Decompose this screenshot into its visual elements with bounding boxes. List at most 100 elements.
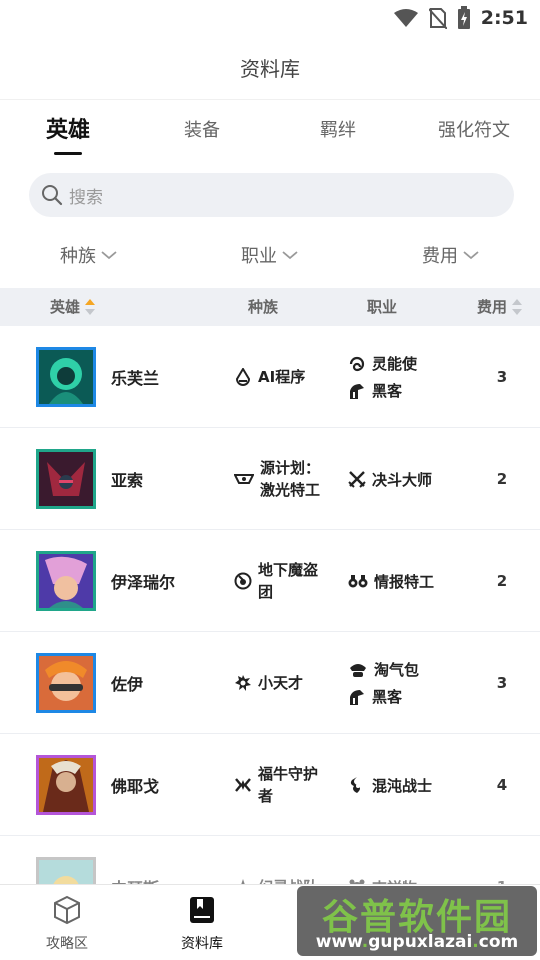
hero-race: 小天才 — [234, 632, 328, 734]
chevron-down-icon — [282, 251, 298, 260]
hero-list: 乐芙兰 AI程序 灵能使 黑客 3 亚索 源计划：激光特工 决斗大师 2 伊泽瑞… — [0, 326, 540, 938]
hero-race: 地下魔盗团 — [234, 530, 328, 632]
book-icon — [190, 897, 214, 923]
hero-race: 福牛守护者 — [234, 734, 328, 836]
mischief-icon — [350, 663, 366, 677]
tab-items[interactable]: 装备 — [164, 112, 240, 160]
column-header-class: 职业 — [367, 288, 397, 326]
hero-classes: 情报特工 — [348, 530, 434, 632]
hero-name: 伊泽瑞尔 — [111, 573, 176, 592]
tab-heroes[interactable]: 英雄 — [30, 112, 106, 160]
class-label: 淘气包 — [374, 661, 420, 679]
watermark-url: www.gupuxlazai.com — [315, 932, 519, 952]
table-header: 英雄 种族 职业 费用 — [0, 288, 540, 326]
hero-avatar — [36, 347, 96, 407]
battery-charging-icon — [457, 6, 470, 29]
drop-icon — [235, 368, 251, 386]
hero-race: 源计划：激光特工 — [234, 428, 330, 530]
race-label: 小天才 — [258, 674, 304, 692]
sort-icon — [512, 299, 523, 315]
hero-classes: 灵能使 黑客 — [348, 326, 417, 428]
class-item: 混沌战士 — [348, 775, 432, 796]
gear-star-icon — [235, 675, 251, 691]
chevron-down-icon — [101, 251, 117, 260]
hero-cost: 3 — [496, 674, 508, 692]
race-label: 福牛守护者 — [258, 765, 319, 805]
filter-class[interactable]: 职业 — [241, 242, 299, 268]
class-item: 灵能使 — [348, 353, 417, 374]
watermark-url-part: www — [315, 932, 362, 952]
nav-item-guides[interactable]: 攻略区 — [17, 895, 117, 953]
nav-label: 资料库 — [181, 936, 223, 952]
wifi-icon — [393, 9, 418, 27]
column-header-race: 种族 — [248, 288, 278, 326]
hero-classes: 淘气包 黑客 — [348, 632, 419, 734]
race-label: AI程序 — [258, 368, 306, 386]
watermark: 谷普软件园 www.gupuxlazai.com — [297, 886, 537, 956]
nav-item-database[interactable]: 资料库 — [152, 895, 252, 953]
hero-cost: 2 — [496, 572, 508, 590]
heist-icon — [234, 572, 252, 590]
class-item: 淘气包 — [348, 659, 419, 680]
filter-label: 职业 — [241, 246, 277, 267]
filter-race[interactable]: 种族 — [60, 242, 118, 268]
chaos-icon — [350, 777, 360, 793]
hero-avatar — [36, 551, 96, 611]
page-title: 资料库 — [240, 57, 300, 81]
class-label: 黑客 — [372, 382, 403, 400]
hero-cost: 3 — [496, 368, 508, 386]
filter-label: 费用 — [422, 246, 458, 267]
column-label: 费用 — [477, 298, 508, 316]
no-sim-icon — [428, 8, 447, 29]
table-row[interactable]: 佐伊 小天才 淘气包 黑客 3 — [0, 632, 540, 734]
hacker-icon — [350, 383, 364, 399]
hero-classes: 决斗大师 — [348, 428, 432, 530]
laser-icon — [234, 474, 254, 484]
hero-classes: 混沌战士 — [348, 734, 432, 836]
hero-name: 乐芙兰 — [111, 369, 160, 388]
table-row[interactable]: 乐芙兰 AI程序 灵能使 黑客 3 — [0, 326, 540, 428]
race-label: 源计划：激光特工 — [260, 459, 321, 499]
category-tabs: 英雄 装备 羁绊 强化符文 — [0, 112, 540, 160]
tab-active-indicator — [54, 152, 82, 155]
class-label: 决斗大师 — [372, 470, 433, 489]
binoculars-icon — [348, 575, 368, 588]
table-row[interactable]: 亚索 源计划：激光特工 决斗大师 2 — [0, 428, 540, 530]
column-header-cost[interactable]: 费用 — [477, 288, 523, 326]
cube-icon — [54, 895, 80, 925]
filter-label: 种族 — [60, 246, 96, 267]
hero-name: 佐伊 — [111, 675, 144, 694]
nav-label: 攻略区 — [46, 936, 88, 952]
class-item: 黑客 — [348, 686, 419, 707]
ox-icon — [235, 778, 251, 792]
search-input[interactable]: 搜索 — [29, 173, 514, 217]
watermark-url-part: com — [478, 932, 519, 952]
table-row[interactable]: 伊泽瑞尔 地下魔盗团 情报特工 2 — [0, 530, 540, 632]
tab-traits[interactable]: 羁绊 — [300, 112, 376, 160]
tab-augments[interactable]: 强化符文 — [428, 112, 520, 160]
watermark-url-part: gupuxlazai — [368, 932, 473, 952]
race-label: 地下魔盗团 — [258, 561, 319, 601]
sort-icon — [85, 299, 96, 315]
table-row[interactable]: 佛耶戈 福牛守护者 混沌战士 4 — [0, 734, 540, 836]
status-icons: 2:51 — [393, 6, 528, 30]
hero-race: AI程序 — [234, 326, 328, 428]
hero-avatar — [36, 755, 96, 815]
column-label: 职业 — [367, 298, 398, 316]
column-label: 种族 — [248, 298, 279, 316]
filter-bar: 种族 职业 费用 — [0, 242, 540, 278]
filter-cost[interactable]: 费用 — [422, 242, 480, 268]
class-label: 混沌战士 — [372, 776, 433, 795]
hero-name: 亚索 — [111, 471, 144, 490]
column-header-hero[interactable]: 英雄 — [50, 288, 96, 326]
hero-name: 佛耶戈 — [111, 777, 160, 796]
hero-cost: 2 — [496, 470, 508, 488]
status-bar: 2:51 — [0, 0, 540, 36]
search-placeholder: 搜索 — [69, 187, 103, 208]
class-item: 情报特工 — [348, 571, 434, 592]
hacker-icon — [350, 689, 364, 705]
chevron-down-icon — [463, 251, 479, 260]
swords-icon — [348, 471, 366, 488]
class-label: 情报特工 — [374, 572, 435, 591]
app-header: 资料库 — [0, 36, 540, 100]
